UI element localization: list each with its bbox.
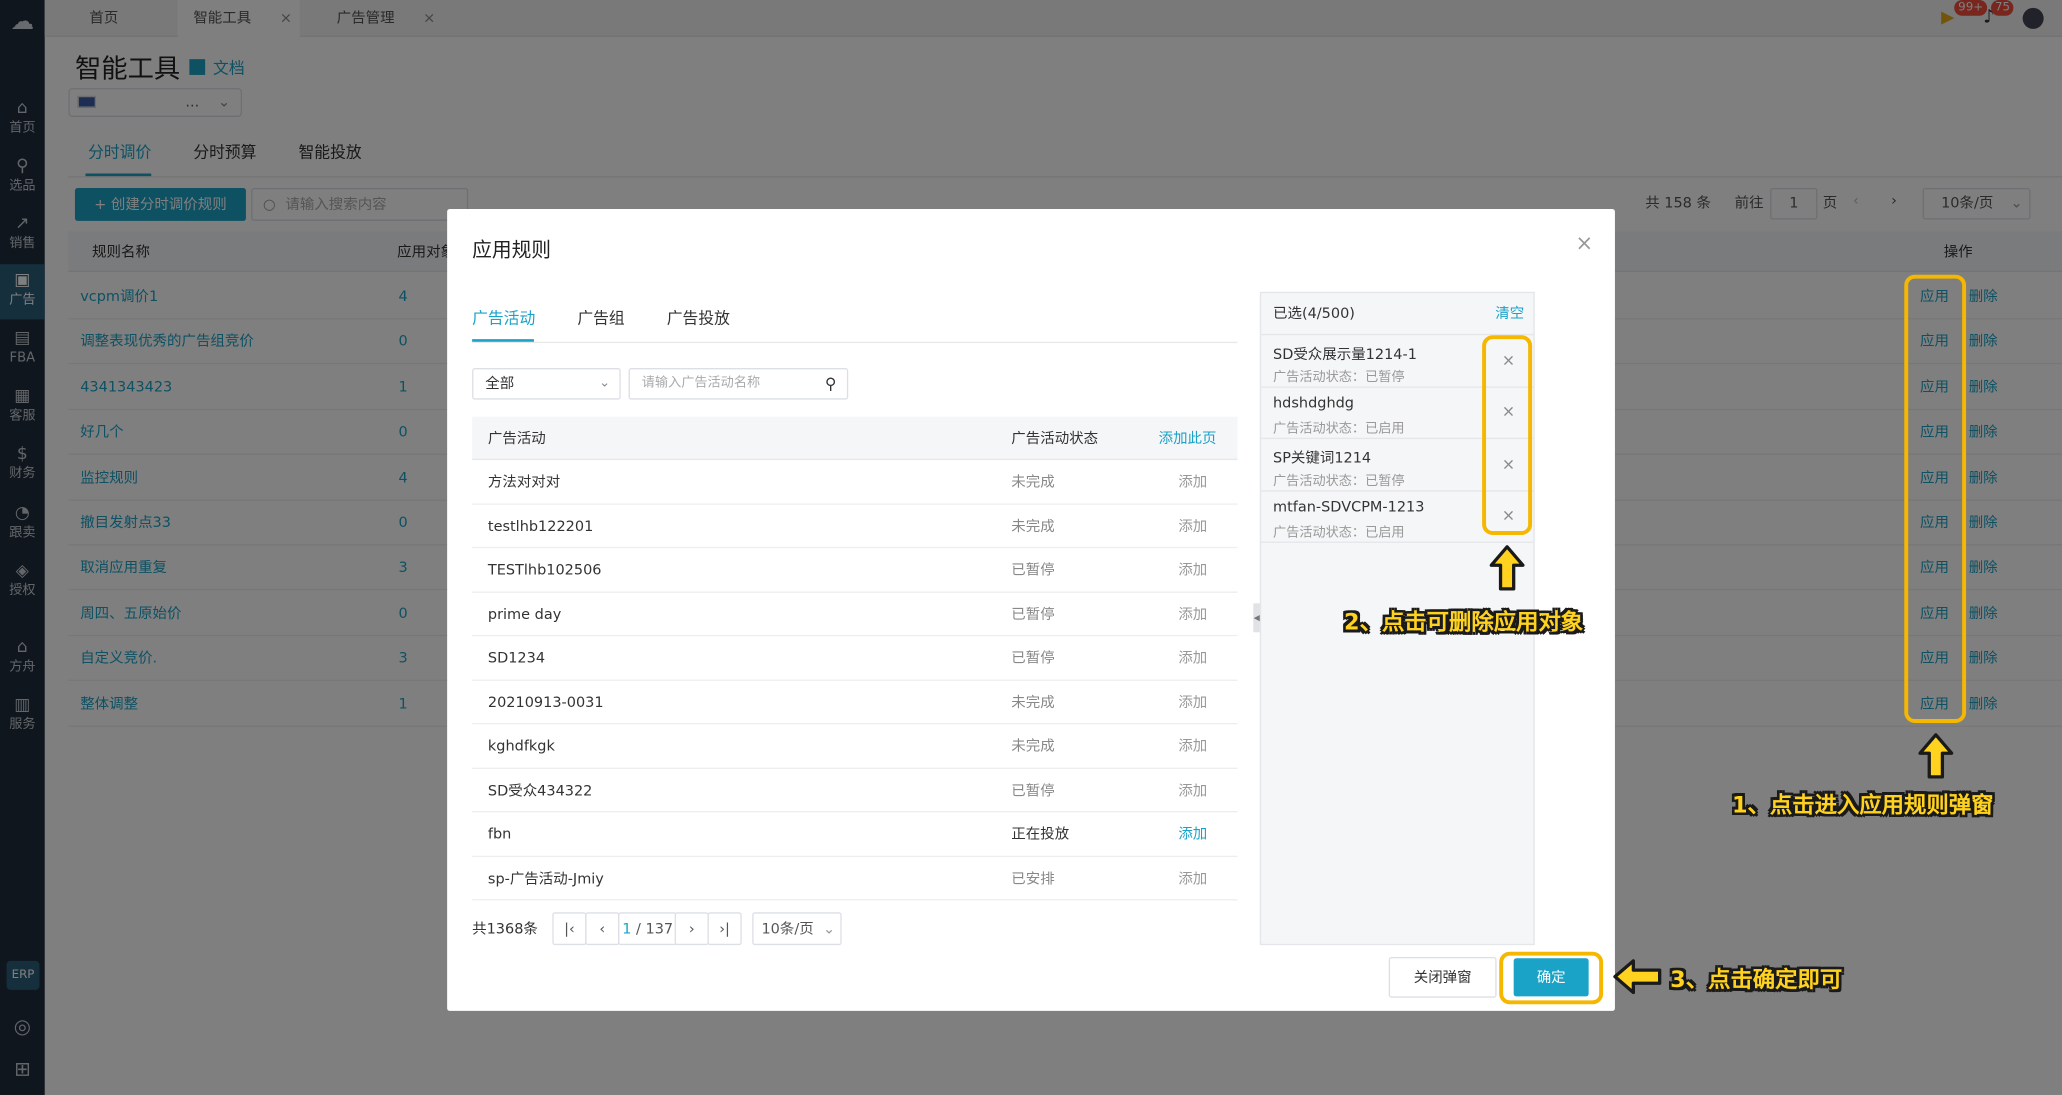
add-button[interactable]: 添加 <box>1178 856 1207 899</box>
modal-pager-size-select[interactable]: 10条/页 ⌄ <box>752 912 842 946</box>
selected-count: 已选(4/500) <box>1273 304 1355 323</box>
campaign-status: 未完成 <box>1011 473 1055 491</box>
list-item: kghdfkgk 未完成 添加 <box>472 724 1238 769</box>
add-button[interactable]: 添加 <box>1178 680 1207 723</box>
highlight-confirm-button <box>1499 951 1604 1005</box>
campaign-name: 方法对对对 <box>487 473 561 491</box>
add-page-button[interactable]: 添加此页 <box>1159 417 1217 460</box>
list-item: SD受众434322 已暂停 添加 <box>472 768 1238 813</box>
list-item: fbn 正在投放 添加 <box>472 812 1238 857</box>
modal-title: 应用规则 <box>472 237 552 262</box>
campaign-name: 20210913-0031 <box>487 693 604 711</box>
list-item: prime day 已暂停 添加 <box>472 592 1238 637</box>
selected-item-name: SD受众展示量1214-1 <box>1273 345 1417 363</box>
campaign-status: 已暂停 <box>1011 781 1055 799</box>
add-button[interactable]: 添加 <box>1178 504 1207 547</box>
campaign-name: fbn <box>487 825 512 843</box>
annotation-step-3: 3、点击确定即可 <box>1670 967 1843 994</box>
modal-tab-adgroup[interactable]: 广告组 <box>577 306 624 328</box>
campaign-search-input[interactable]: 请输入广告活动名称 ⚲ <box>628 368 849 400</box>
add-button[interactable]: 添加 <box>1178 592 1207 635</box>
selected-item-name: hdshdghdg <box>1273 394 1354 412</box>
campaign-table-header: 广告活动 广告活动状态 添加此页 <box>472 416 1238 461</box>
add-button[interactable]: 添加 <box>1178 768 1207 811</box>
add-button[interactable]: 添加 <box>1178 724 1207 767</box>
campaign-name: TESTlhb102506 <box>487 561 602 579</box>
modal-pager-total: 共1368条 <box>472 920 538 938</box>
close-icon[interactable]: × <box>1575 230 1593 255</box>
status-filter-select[interactable]: 全部 ⌄ <box>472 368 621 400</box>
highlight-apply-column <box>1904 274 1967 723</box>
campaign-status: 已安排 <box>1011 869 1055 887</box>
annotation-step-1: 1、点击进入应用规则弹窗 <box>1731 792 1994 819</box>
campaign-name: testlhb122201 <box>487 517 594 535</box>
modal-pager-current[interactable]: 1 / 137 <box>618 912 678 946</box>
campaign-status: 未完成 <box>1011 693 1055 711</box>
list-item: TESTlhb102506 已暂停 添加 <box>472 548 1238 593</box>
campaign-status: 已暂停 <box>1011 649 1055 667</box>
campaign-name: SD受众434322 <box>487 781 593 799</box>
arrow-up-icon <box>1489 544 1526 591</box>
annotation-step-2: 2、点击可删除应用对象 <box>1344 609 1584 637</box>
campaign-name: kghdfkgk <box>487 737 555 755</box>
chevron-down-icon: ⌄ <box>599 375 611 391</box>
list-item: 方法对对对 未完成 添加 <box>472 460 1238 505</box>
list-item: testlhb122201 未完成 添加 <box>472 504 1238 549</box>
campaign-status: 未完成 <box>1011 517 1055 535</box>
modal-tab-targeting[interactable]: 广告投放 <box>667 306 730 328</box>
selected-item-status: 广告活动状态：已暂停 <box>1273 474 1405 489</box>
list-item: 20210913-0031 未完成 添加 <box>472 680 1238 725</box>
add-button[interactable]: 添加 <box>1178 636 1207 679</box>
campaign-status: 已暂停 <box>1011 605 1055 623</box>
campaign-status: 正在投放 <box>1011 825 1070 843</box>
selected-item-status: 广告活动状态：已启用 <box>1273 525 1405 541</box>
selected-item-status: 广告活动状态：已暂停 <box>1273 370 1405 386</box>
prev-page-icon[interactable]: ‹ <box>585 912 620 946</box>
search-icon[interactable]: ⚲ <box>825 369 837 398</box>
add-button[interactable]: 添加 <box>1178 812 1207 855</box>
campaign-name: sp-广告活动-Jmiy <box>487 869 604 887</box>
modal-tab-campaign[interactable]: 广告活动 <box>472 306 535 328</box>
campaign-name: SD1234 <box>487 649 546 667</box>
clear-button[interactable]: 清空 <box>1495 293 1524 335</box>
campaign-name: prime day <box>487 605 562 623</box>
highlight-remove-icons <box>1482 335 1533 536</box>
selected-item-status: 广告活动状态：已启用 <box>1273 422 1405 437</box>
add-button[interactable]: 添加 <box>1178 548 1207 591</box>
campaign-status: 未完成 <box>1011 737 1055 755</box>
list-item: SD1234 已暂停 添加 <box>472 636 1238 681</box>
col-campaign-status: 广告活动状态 <box>1011 429 1099 447</box>
selected-item-name: mtfan-SDVCPM-1213 <box>1273 498 1425 516</box>
next-page-icon[interactable]: › <box>674 912 709 946</box>
selected-item-name: SP关键词1214 <box>1273 449 1372 467</box>
close-modal-button[interactable]: 关闭弹窗 <box>1388 956 1497 998</box>
first-page-icon[interactable]: |‹ <box>552 912 587 946</box>
arrow-up-icon <box>1917 732 1954 779</box>
modal-tab-indicator <box>472 339 534 342</box>
col-campaign: 广告活动 <box>487 429 546 447</box>
last-page-icon[interactable]: ›| <box>707 912 742 946</box>
chevron-down-icon: ⌄ <box>822 920 836 938</box>
add-button[interactable]: 添加 <box>1178 460 1207 503</box>
campaign-status: 已暂停 <box>1011 561 1055 579</box>
selected-header: 已选(4/500) 清空 <box>1261 293 1534 336</box>
modal-tab-divider <box>472 341 1238 344</box>
arrow-left-icon <box>1612 958 1662 995</box>
list-item: sp-广告活动-Jmiy 已安排 添加 <box>472 856 1238 901</box>
